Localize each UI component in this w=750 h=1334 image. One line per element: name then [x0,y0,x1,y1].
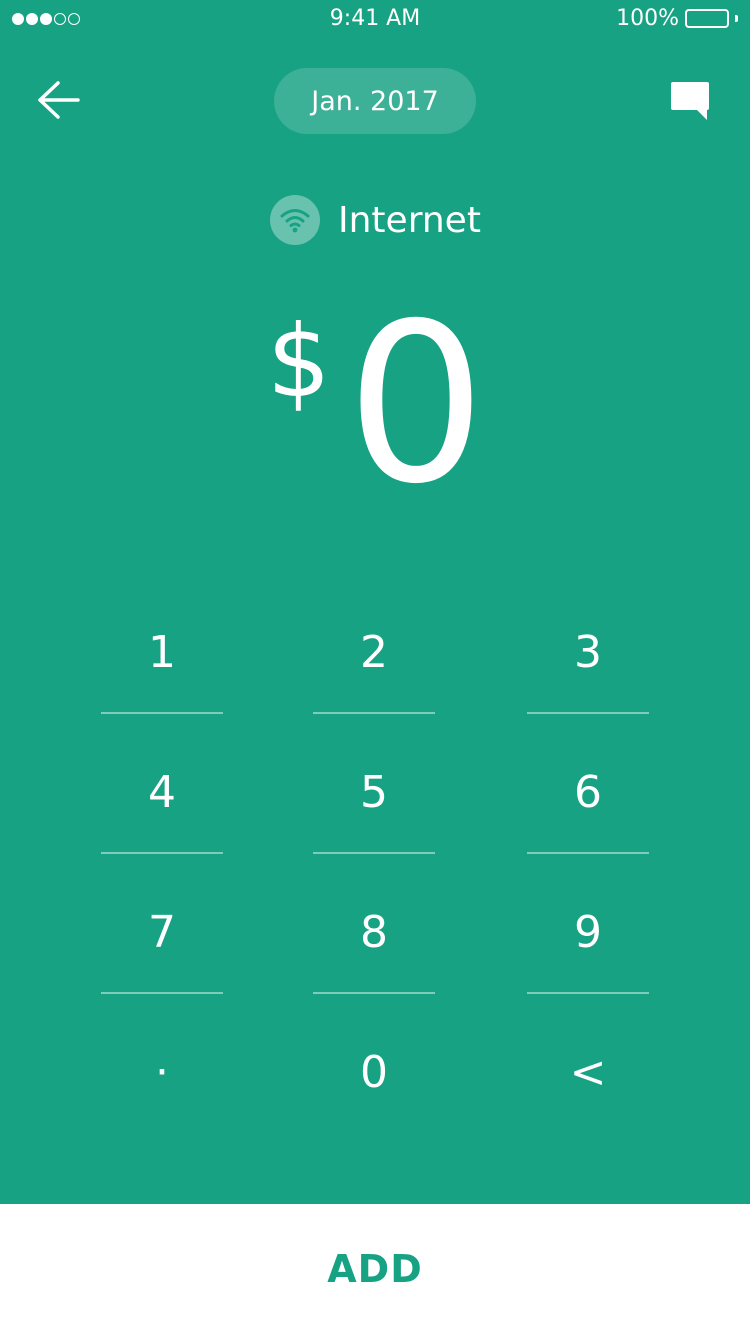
key-label: 6 [574,766,602,818]
key-9[interactable]: 9 [527,870,649,994]
category-label: Internet [338,199,481,241]
key-decimal[interactable]: · [101,1010,223,1134]
key-label: 4 [148,766,176,818]
key-4[interactable]: 4 [101,730,223,854]
key-label: 0 [360,1046,388,1098]
add-button-label: ADD [327,1247,423,1291]
key-7[interactable]: 7 [101,870,223,994]
key-label: 3 [574,626,602,678]
key-label: 7 [148,906,176,958]
key-label: 5 [360,766,388,818]
status-bar: 9:41 AM 100% [0,0,750,40]
key-label: < [569,1046,607,1098]
currency-symbol: $ [267,303,331,420]
key-label: 1 [148,626,176,678]
key-label: 2 [360,626,388,678]
date-selector-button[interactable]: Jan. 2017 [274,68,476,134]
category-header: Internet [270,194,481,246]
wifi-icon [280,209,310,233]
key-0[interactable]: 0 [313,1010,435,1134]
battery-percent: 100% [616,6,679,31]
battery-icon [685,9,729,28]
speech-bubble-icon [671,82,709,120]
key-label: 9 [574,906,602,958]
battery-tip [735,15,738,22]
back-button[interactable] [36,80,82,120]
key-8[interactable]: 8 [313,870,435,994]
key-1[interactable]: 1 [101,590,223,714]
key-label: 8 [360,906,388,958]
key-2[interactable]: 2 [313,590,435,714]
key-backspace[interactable]: < [527,1010,649,1134]
arrow-left-icon [38,81,80,119]
comment-button[interactable] [669,80,711,122]
category-icon-badge [270,195,320,245]
key-label: · [155,1046,169,1098]
amount-value: 0 [346,276,486,532]
key-3[interactable]: 3 [527,590,649,714]
add-button[interactable]: ADD [0,1204,750,1334]
amount-display: $ 0 [0,276,750,532]
key-6[interactable]: 6 [527,730,649,854]
date-label: Jan. 2017 [311,85,439,117]
key-5[interactable]: 5 [313,730,435,854]
battery-indicator: 100% [616,6,738,31]
